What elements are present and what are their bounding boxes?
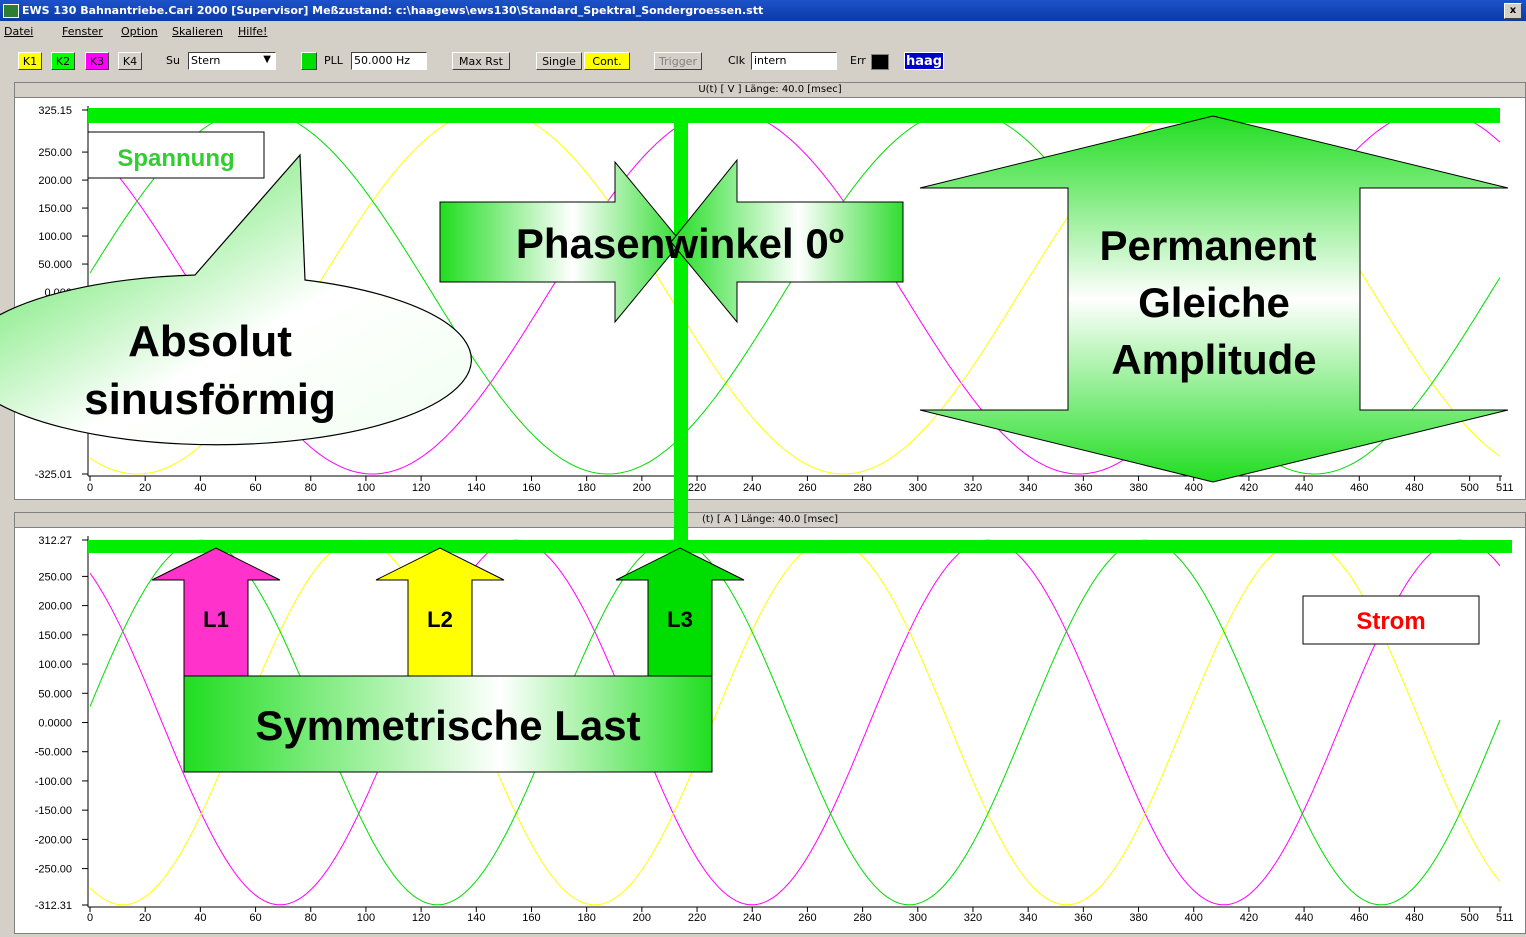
- chart-overlay: 325.15 250.00 200.00 150.00 100.00 50.000 0.00…: [0, 105, 1514, 924]
- permanent-label-line1: Permanent: [1099, 222, 1316, 269]
- y-tick-label: 100.00: [38, 659, 72, 671]
- x-tick-label: 300: [909, 482, 927, 494]
- x-tick-label: 400: [1185, 482, 1203, 494]
- y-tick-label: -100.00: [35, 776, 72, 788]
- x-tick-label: 60: [249, 482, 261, 494]
- x-tick-label: 511: [1496, 912, 1514, 924]
- x-tick-label: 40: [194, 912, 206, 924]
- spannung-label: Spannung: [117, 145, 234, 172]
- current-peak-marker: [88, 540, 1512, 553]
- x-tick-label: 120: [412, 912, 430, 924]
- x-tick-label: 220: [688, 482, 706, 494]
- absolut-label-line1: Absolut: [128, 317, 292, 366]
- x-tick-label: 400: [1185, 912, 1203, 924]
- x-tick-label: 180: [577, 482, 595, 494]
- x-tick-label: 480: [1405, 912, 1423, 924]
- x-tick-label: 120: [412, 482, 430, 494]
- y-tick-label: 0.0000: [38, 717, 72, 729]
- x-tick-label: 420: [1240, 482, 1258, 494]
- y-tick-label: 250.00: [38, 147, 72, 159]
- x-tick-label: 260: [798, 482, 816, 494]
- x-tick-label: 0: [87, 482, 93, 494]
- x-tick-label: 100: [357, 912, 375, 924]
- y-tick-label: 250.00: [38, 571, 72, 583]
- symmetrische-last-label: Symmetrische Last: [255, 702, 640, 749]
- x-tick-label: 140: [467, 912, 485, 924]
- x-tick-label: 340: [1019, 912, 1037, 924]
- phasenwinkel-label: Phasenwinkel 0º: [516, 220, 844, 267]
- y-tick-label: 100.00: [38, 231, 72, 243]
- x-tick-label: 280: [853, 912, 871, 924]
- x-tick-label: 80: [305, 482, 317, 494]
- x-tick-label: 80: [305, 912, 317, 924]
- x-tick-label: 240: [743, 482, 761, 494]
- x-tick-label: 500: [1460, 912, 1478, 924]
- y-tick-label: -312.31: [35, 900, 72, 912]
- y-tick-label: -150.00: [35, 805, 72, 817]
- y-tick-label: 50.000: [38, 688, 72, 700]
- permanent-label-line2: Gleiche: [1138, 279, 1290, 326]
- phase-marker: [674, 108, 688, 548]
- x-tick-label: 380: [1129, 482, 1147, 494]
- y-tick-label: 150.00: [38, 630, 72, 642]
- x-tick-label: 440: [1295, 912, 1313, 924]
- l1-label: L1: [203, 607, 229, 632]
- x-tick-label: 20: [139, 912, 151, 924]
- x-tick-label: 260: [798, 912, 816, 924]
- y-tick-label: -250.00: [35, 864, 72, 876]
- y-tick-label: -200.00: [35, 834, 72, 846]
- x-tick-label: 140: [467, 482, 485, 494]
- x-tick-label: 40: [194, 482, 206, 494]
- y-tick-label: 312.27: [38, 535, 72, 547]
- x-tick-label: 180: [577, 912, 595, 924]
- x-tick-label: 200: [633, 482, 651, 494]
- x-tick-label: 200: [633, 912, 651, 924]
- y-tick-label: 200.00: [38, 601, 72, 613]
- x-tick-label: 20: [139, 482, 151, 494]
- x-tick-label: 320: [964, 912, 982, 924]
- x-tick-label: 440: [1295, 482, 1313, 494]
- x-tick-label: 420: [1240, 912, 1258, 924]
- x-tick-label: 380: [1129, 912, 1147, 924]
- x-tick-label: 60: [249, 912, 261, 924]
- x-tick-label: 340: [1019, 482, 1037, 494]
- strom-label: Strom: [1356, 608, 1425, 635]
- voltage-peak-marker: [88, 108, 1500, 123]
- x-tick-label: 160: [522, 912, 540, 924]
- y-tick-label: 150.00: [38, 203, 72, 215]
- x-tick-label: 280: [853, 482, 871, 494]
- x-tick-label: 240: [743, 912, 761, 924]
- y-tick-label: -325.01: [35, 469, 72, 481]
- x-tick-label: 360: [1074, 482, 1092, 494]
- x-tick-label: 0: [87, 912, 93, 924]
- x-tick-label: 500: [1460, 482, 1478, 494]
- l2-label: L2: [427, 607, 453, 632]
- l3-label: L3: [667, 607, 693, 632]
- y-tick-label: 200.00: [38, 175, 72, 187]
- permanent-label-line3: Amplitude: [1111, 336, 1316, 383]
- x-tick-label: 460: [1350, 482, 1368, 494]
- x-tick-label: 511: [1496, 482, 1514, 494]
- absolut-label-line2: sinusförmig: [84, 375, 336, 424]
- x-tick-label: 460: [1350, 912, 1368, 924]
- y-tick-label: 325.15: [38, 105, 72, 117]
- x-tick-label: 100: [357, 482, 375, 494]
- x-tick-label: 480: [1405, 482, 1423, 494]
- x-tick-label: 160: [522, 482, 540, 494]
- y-tick-label: -50.000: [35, 747, 72, 759]
- x-tick-label: 220: [688, 912, 706, 924]
- x-tick-label: 300: [909, 912, 927, 924]
- x-tick-label: 320: [964, 482, 982, 494]
- x-tick-label: 360: [1074, 912, 1092, 924]
- y-tick-label: 50.000: [38, 259, 72, 271]
